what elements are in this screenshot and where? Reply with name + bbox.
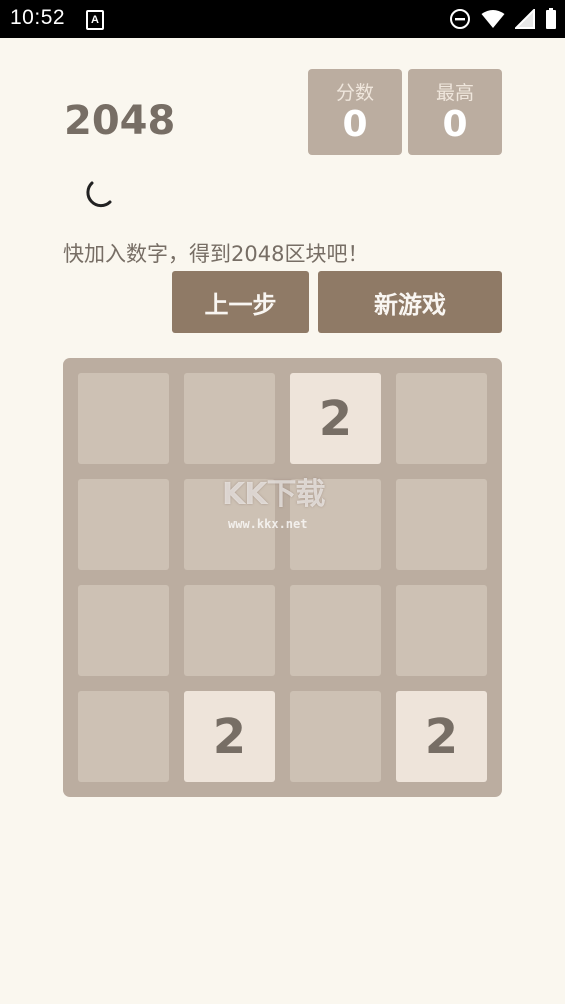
best-label: 最高 <box>435 82 474 104</box>
empty-cell <box>396 373 487 464</box>
empty-cell <box>396 585 487 676</box>
game-board[interactable]: 2 2 2 <box>63 358 502 797</box>
empty-cell <box>184 373 275 464</box>
tagline: 快加入数字，得到2048区块吧！ <box>63 242 369 266</box>
undo-button[interactable]: 上一步 <box>172 271 309 333</box>
empty-cell <box>78 479 169 570</box>
status-icons <box>449 7 557 31</box>
new-game-button[interactable]: 新游戏 <box>318 271 502 333</box>
empty-cell <box>78 373 169 464</box>
status-bar: 10:52 A <box>0 0 565 38</box>
empty-cell <box>184 479 275 570</box>
game-title: 2048 <box>64 98 176 144</box>
tile: 2 <box>396 691 487 782</box>
empty-cell <box>78 691 169 782</box>
best-score-box: 最高 0 <box>408 69 502 155</box>
empty-cell <box>290 479 381 570</box>
tile: 2 <box>184 691 275 782</box>
wifi-icon <box>481 10 505 28</box>
score-box: 分数 0 <box>308 69 402 155</box>
notification-a-icon: A <box>86 10 104 30</box>
battery-icon <box>546 8 556 29</box>
empty-cell <box>290 585 381 676</box>
tile: 2 <box>290 373 381 464</box>
empty-cell <box>78 585 169 676</box>
score-label: 分数 <box>335 82 374 104</box>
signal-icon <box>515 9 535 29</box>
dnd-icon <box>450 9 470 29</box>
empty-cell <box>184 585 275 676</box>
best-value: 0 <box>442 104 468 145</box>
empty-cell <box>290 691 381 782</box>
status-time: 10:52 <box>10 6 66 29</box>
score-value: 0 <box>342 104 368 145</box>
moon-icon[interactable] <box>78 178 114 214</box>
empty-cell <box>396 479 487 570</box>
